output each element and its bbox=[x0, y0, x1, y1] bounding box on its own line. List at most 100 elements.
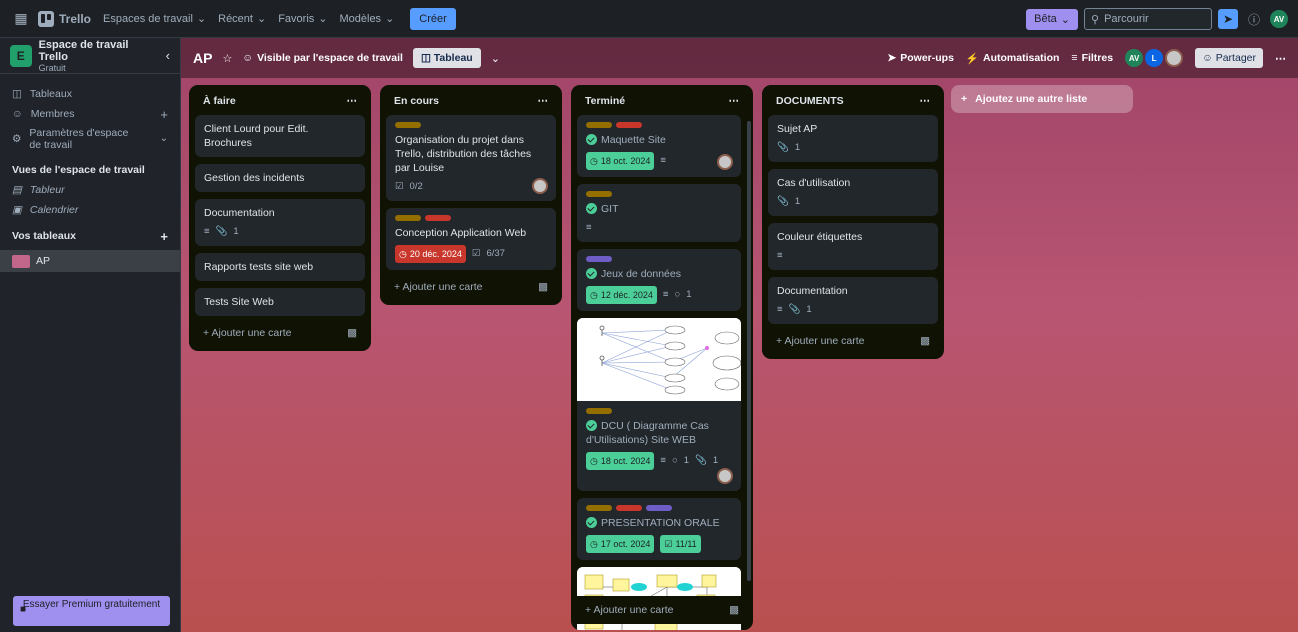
chevron-down-icon[interactable]: ⌄ bbox=[491, 52, 500, 65]
due-date-badge[interactable]: ◷ 17 oct. 2024 bbox=[586, 535, 655, 553]
more-options-icon[interactable]: ⋯ bbox=[1275, 52, 1286, 65]
list-menu-icon[interactable]: ⋯ bbox=[729, 95, 740, 107]
sidebar-item-table-view[interactable]: ▤ Tableur bbox=[0, 180, 180, 200]
list-menu-icon[interactable]: ⋯ bbox=[538, 95, 549, 107]
add-member-icon[interactable]: + bbox=[160, 107, 168, 122]
complete-check-icon[interactable] bbox=[586, 203, 597, 214]
list-header[interactable]: DOCUMENTS ⋯ bbox=[768, 91, 938, 115]
nav-templates[interactable]: Modèles ⌄ bbox=[339, 12, 394, 26]
board-title[interactable]: AP bbox=[193, 50, 212, 66]
card[interactable]: Sujet AP 📎 1 bbox=[768, 115, 938, 162]
share-button[interactable]: ☺ Partager bbox=[1195, 48, 1263, 68]
filters-button[interactable]: ≡ Filtres bbox=[1071, 52, 1113, 64]
complete-check-icon[interactable] bbox=[586, 517, 597, 528]
nav-workspaces[interactable]: Espaces de travail ⌄ bbox=[103, 12, 206, 26]
card[interactable]: Documentation ≡ 📎 1 bbox=[768, 277, 938, 324]
trello-logo[interactable]: Trello bbox=[38, 10, 91, 27]
template-icon[interactable]: ▩ bbox=[347, 327, 357, 339]
sidebar-item-workspace-settings[interactable]: ⚙ Paramètres d'espace de travail ⌄ bbox=[0, 124, 180, 154]
card[interactable]: GIT ≡ bbox=[577, 184, 741, 242]
card[interactable]: Rapports tests site web bbox=[195, 253, 365, 281]
list-header[interactable]: En cours ⋯ bbox=[386, 91, 556, 115]
list-menu-icon[interactable]: ⋯ bbox=[347, 95, 358, 107]
sidebar-item-calendar-view[interactable]: ▣ Calendrier bbox=[0, 200, 180, 220]
label-yellow[interactable] bbox=[395, 215, 421, 221]
nav-starred[interactable]: Favoris ⌄ bbox=[278, 12, 327, 26]
board-view-button[interactable]: ◫ Tableau bbox=[412, 48, 481, 68]
due-date-badge[interactable]: ◷ 12 déc. 2024 bbox=[586, 286, 657, 304]
automation-button[interactable]: ⚡ Automatisation bbox=[966, 52, 1060, 65]
template-icon[interactable]: ▩ bbox=[729, 604, 739, 616]
member-avatar[interactable]: L bbox=[1145, 49, 1164, 67]
card[interactable]: Couleur étiquettes ≡ bbox=[768, 223, 938, 270]
sidebar-item-members[interactable]: ☺ Membres + bbox=[0, 104, 180, 124]
label-yellow[interactable] bbox=[586, 122, 612, 128]
add-board-icon[interactable]: + bbox=[160, 229, 168, 244]
card[interactable]: Documentation ≡ 📎 1 bbox=[195, 199, 365, 246]
label-red[interactable] bbox=[616, 122, 642, 128]
visibility-button[interactable]: ☺ Visible par l'espace de travail bbox=[242, 52, 403, 64]
checklist-badge[interactable]: ☑ 11/11 bbox=[660, 535, 701, 553]
complete-check-icon[interactable] bbox=[586, 134, 597, 145]
add-card-button[interactable]: + Ajouter une carte ▩ bbox=[768, 331, 938, 351]
card[interactable]: Conception Application Web ◷ 20 déc. 2024… bbox=[386, 208, 556, 270]
card-member-avatar[interactable] bbox=[532, 178, 548, 194]
member-avatar[interactable]: AV bbox=[1125, 49, 1144, 67]
try-premium-button[interactable]: ■ Essayer Premium gratuitement bbox=[13, 596, 170, 626]
add-list-button[interactable]: + Ajoutez une autre liste bbox=[951, 85, 1133, 113]
label-yellow[interactable] bbox=[586, 505, 612, 511]
card[interactable]: DCU ( Diagramme Cas d'Utilisations) Site… bbox=[577, 401, 741, 491]
add-card-button[interactable]: + Ajouter une carte ▩ bbox=[386, 277, 556, 297]
card[interactable]: PRESENTATION ORALE ◷ 17 oct. 2024 ☑ 11/11 bbox=[577, 498, 741, 560]
card-member-avatar[interactable] bbox=[717, 468, 733, 484]
sidebar-board-ap[interactable]: AP bbox=[0, 250, 180, 272]
attachment-icon: 📎 bbox=[777, 196, 789, 207]
list-header[interactable]: Terminé ⋯ bbox=[577, 91, 747, 115]
workspace-name[interactable]: Espace de travail Trello bbox=[39, 39, 159, 63]
collapse-sidebar-icon[interactable]: ‹ bbox=[166, 48, 170, 63]
list-scrollbar[interactable] bbox=[747, 121, 751, 581]
beta-button[interactable]: Bêta ⌄ bbox=[1026, 8, 1078, 30]
member-avatar-photo[interactable] bbox=[1165, 49, 1184, 67]
create-button[interactable]: Créer bbox=[410, 7, 456, 30]
list-menu-icon[interactable]: ⋯ bbox=[920, 95, 931, 107]
help-icon[interactable]: ⓘ bbox=[1244, 9, 1264, 29]
calendar-icon: ▣ bbox=[12, 204, 22, 216]
template-icon[interactable]: ▩ bbox=[920, 335, 930, 347]
card[interactable]: Tests Site Web bbox=[195, 288, 365, 316]
sidebar-item-boards[interactable]: ◫ Tableaux bbox=[0, 84, 180, 104]
label-red[interactable] bbox=[425, 215, 451, 221]
card[interactable]: Gestion des incidents bbox=[195, 164, 365, 192]
due-date-badge[interactable]: ◷ 20 déc. 2024 bbox=[395, 245, 466, 263]
nav-recent[interactable]: Récent ⌄ bbox=[218, 12, 266, 26]
due-date-badge[interactable]: ◷ 18 oct. 2024 bbox=[586, 152, 655, 170]
label-yellow[interactable] bbox=[586, 191, 612, 197]
card-member-avatar[interactable] bbox=[717, 154, 733, 170]
label-red[interactable] bbox=[616, 505, 642, 511]
complete-check-icon[interactable] bbox=[586, 420, 597, 431]
label-yellow[interactable] bbox=[586, 408, 612, 414]
label-purple[interactable] bbox=[586, 256, 612, 262]
label-purple[interactable] bbox=[646, 505, 672, 511]
card[interactable]: Client Lourd pour Edit. Brochures bbox=[195, 115, 365, 157]
due-date-badge[interactable]: ◷ 18 oct. 2024 bbox=[586, 452, 655, 470]
card[interactable] bbox=[577, 318, 741, 401]
description-icon: ≡ bbox=[777, 250, 783, 261]
list-header[interactable]: À faire ⋯ bbox=[195, 91, 365, 115]
app-switcher-icon[interactable]: ▦ bbox=[10, 8, 32, 30]
complete-check-icon[interactable] bbox=[586, 268, 597, 279]
star-icon[interactable]: ☆ bbox=[222, 52, 232, 65]
add-card-button[interactable]: + Ajouter une carte ▩ bbox=[195, 323, 365, 343]
card[interactable]: Maquette Site ◷ 18 oct. 2024 ≡ bbox=[577, 115, 741, 177]
powerups-button[interactable]: ➤ Power-ups bbox=[887, 52, 954, 64]
description-icon: ≡ bbox=[204, 226, 210, 237]
search-input[interactable]: ⚲ Parcourir bbox=[1084, 8, 1212, 30]
notifications-icon[interactable]: ➤ bbox=[1218, 9, 1238, 29]
card[interactable]: Jeux de données ◷ 12 déc. 2024 ≡ ○ 1 bbox=[577, 249, 741, 311]
card[interactable]: Cas d'utilisation 📎 1 bbox=[768, 169, 938, 216]
add-card-button[interactable]: + Ajouter une carte ▩ bbox=[577, 596, 747, 624]
label-yellow[interactable] bbox=[395, 122, 421, 128]
card[interactable]: Organisation du projet dans Trello, dist… bbox=[386, 115, 556, 201]
template-icon[interactable]: ▩ bbox=[538, 281, 548, 293]
user-avatar[interactable]: AV bbox=[1270, 10, 1288, 28]
